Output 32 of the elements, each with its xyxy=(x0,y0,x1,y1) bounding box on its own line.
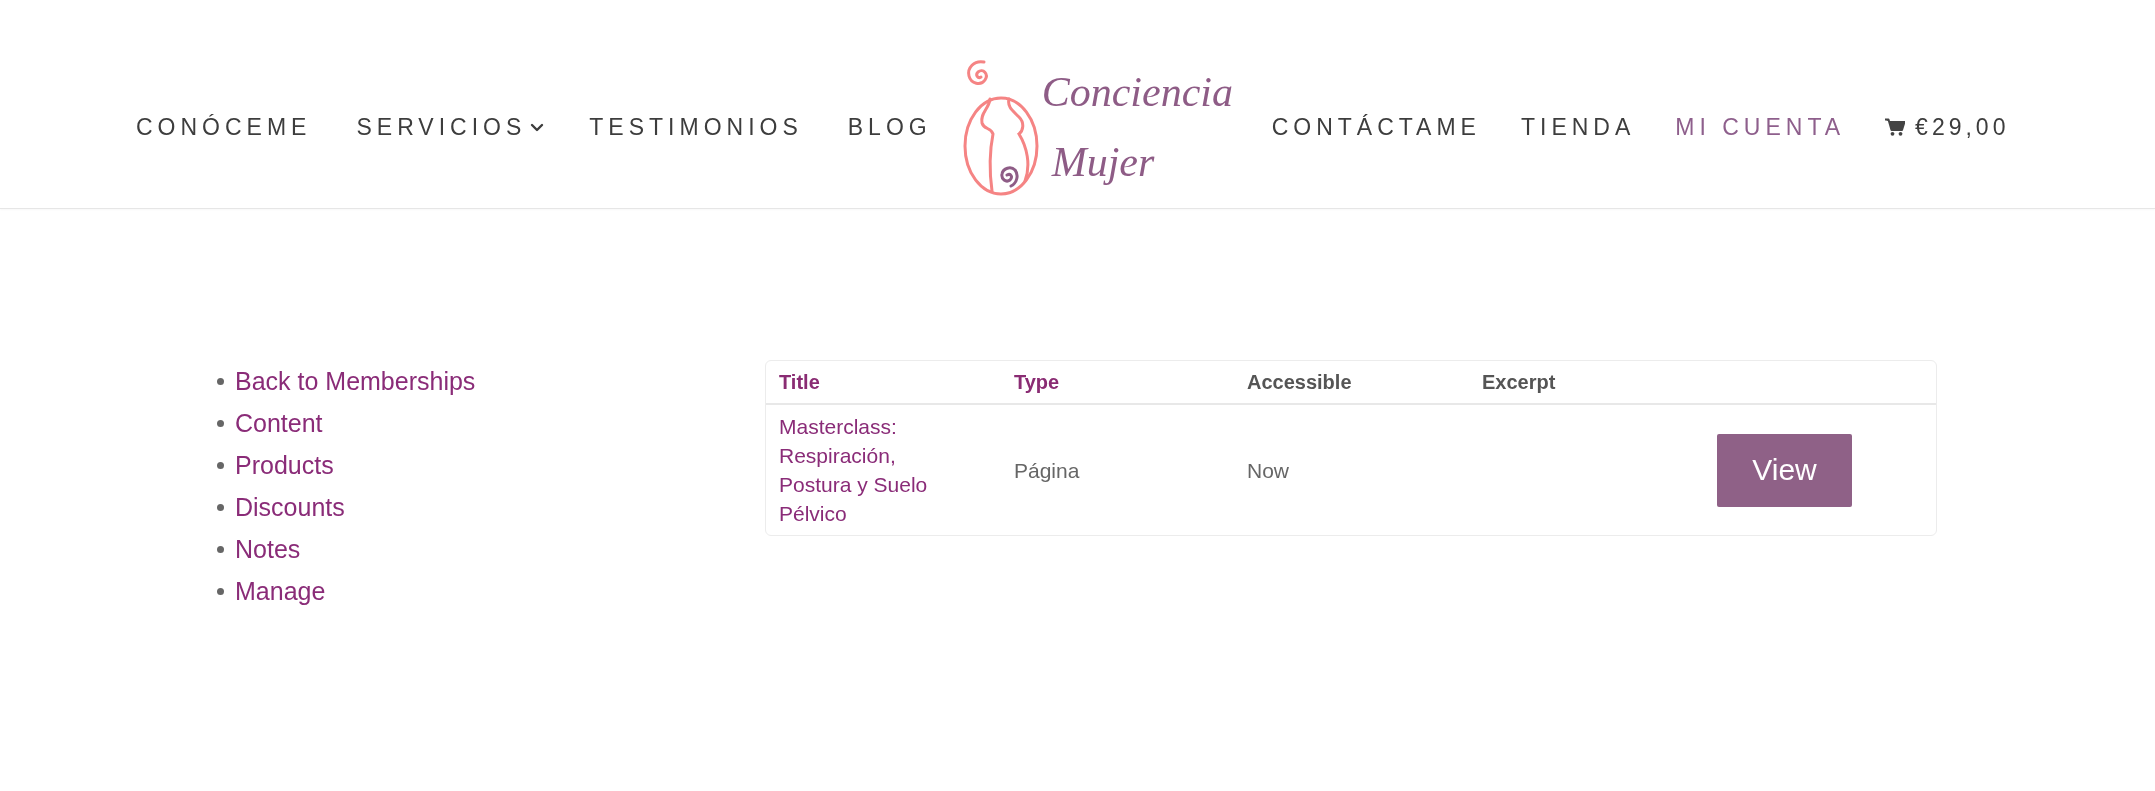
sidebar-link[interactable]: Back to Memberships xyxy=(235,366,476,396)
sidebar-link[interactable]: Discounts xyxy=(235,492,345,522)
nav-link[interactable]: TIENDA xyxy=(1520,113,1636,141)
nav-link[interactable]: CONTÁCTAME xyxy=(1271,113,1481,141)
cart-icon xyxy=(1885,118,1906,136)
sidebar-link[interactable]: Products xyxy=(235,450,334,480)
bullet-icon xyxy=(217,419,224,427)
view-button[interactable]: View xyxy=(1717,433,1852,507)
chevron-down-icon xyxy=(530,122,545,132)
nav-link[interactable]: CONÓCEME xyxy=(136,113,312,141)
sidebar-link[interactable]: Notes xyxy=(235,534,301,564)
table-cell: Página xyxy=(1014,458,1080,482)
content-title-link[interactable]: Masterclass: Respiración, Postura y Suelo Pélvico xyxy=(779,412,954,528)
bullet-icon xyxy=(217,587,224,595)
nav-link[interactable]: TESTIMONIOS xyxy=(589,113,803,141)
nav-link[interactable]: MI CUENTA xyxy=(1675,113,1846,141)
sidebar-link[interactable]: Manage xyxy=(235,576,326,606)
nav-link[interactable]: BLOG xyxy=(847,113,932,141)
bullet-icon xyxy=(217,461,224,469)
column-header: Excerpt xyxy=(1482,370,1556,393)
bullet-icon xyxy=(217,503,224,511)
logo-icon[interactable] xyxy=(961,57,1040,197)
table-cell: Now xyxy=(1247,458,1289,482)
logo-text[interactable]: Conciencia Mujer xyxy=(1041,57,1242,197)
bullet-icon xyxy=(217,377,224,385)
column-header[interactable]: Title xyxy=(779,370,820,393)
cart-link[interactable]: €29,00 xyxy=(1885,113,2010,141)
bullet-icon xyxy=(217,545,224,553)
sidebar-link[interactable]: Content xyxy=(235,408,323,438)
column-header: Accessible xyxy=(1247,370,1352,393)
nav-link[interactable]: SERVICIOS xyxy=(356,113,545,141)
column-header[interactable]: Type xyxy=(1014,370,1060,393)
